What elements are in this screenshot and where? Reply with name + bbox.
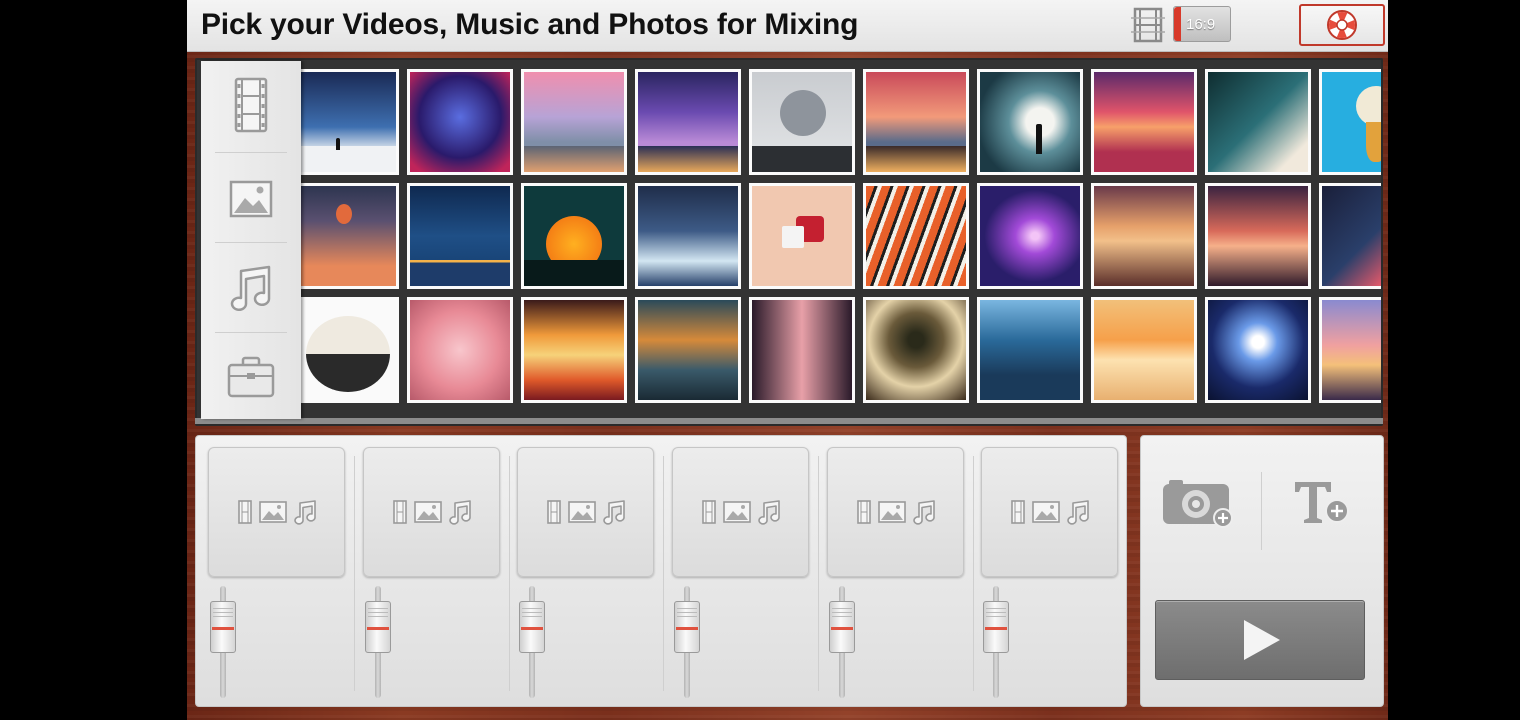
sidebar-item-photos[interactable] [201,155,301,243]
aspect-ratio-label: 16:9 [1186,16,1216,33]
volume-fader-knob[interactable] [365,601,391,653]
volume-fader-knob[interactable] [519,601,545,653]
app-window: Pick your Videos, Music and Photos for M… [187,0,1388,720]
play-icon [1244,620,1280,660]
sidebar-item-videos[interactable] [201,61,301,149]
music-note-icon [293,500,316,525]
media-drop-slot[interactable] [981,447,1118,577]
music-note-icon [602,500,625,525]
sidebar-divider [215,152,287,153]
media-thumbnail[interactable] [863,183,969,289]
media-thumbnail[interactable] [1319,69,1381,175]
mixer-channel [660,436,810,708]
media-thumbnail[interactable] [1205,297,1311,403]
film-icon [392,500,407,524]
film-icon [701,500,716,524]
mixer-channel [815,436,965,708]
mixer-channel [351,436,501,708]
media-thumbnail[interactable] [407,183,513,289]
ratio-accent-strip [1174,7,1181,41]
film-icon [237,500,252,524]
volume-fader-knob[interactable] [210,601,236,653]
photo-icon [413,501,442,523]
film-icon [234,77,268,133]
media-thumbnail[interactable] [1319,183,1381,289]
mixer-channel [505,436,655,708]
media-thumbnail-grid [301,69,1381,409]
photo-icon [229,180,273,218]
sidebar-item-toolbox[interactable] [201,333,301,421]
media-thumbnail[interactable] [749,69,855,175]
film-icon [856,500,871,524]
media-thumbnail[interactable] [635,69,741,175]
media-thumbnail[interactable] [407,297,513,403]
play-button[interactable] [1155,600,1365,680]
add-photo-button[interactable] [1153,468,1243,538]
media-thumbnail[interactable] [301,69,399,175]
mixer-channel [196,436,346,708]
media-thumbnail[interactable] [977,297,1083,403]
media-drop-slot[interactable] [208,447,345,577]
lifebuoy-icon [1327,10,1357,40]
photo-icon [1031,501,1060,523]
media-thumbnail[interactable] [1205,183,1311,289]
media-thumbnail[interactable] [1091,69,1197,175]
media-thumbnail[interactable] [749,183,855,289]
add-text-button[interactable] [1281,468,1361,538]
music-note-icon [757,500,780,525]
media-thumbnail[interactable] [1319,297,1381,403]
volume-fader-knob[interactable] [674,601,700,653]
mixer-channel [969,436,1119,708]
film-icon [1010,500,1025,524]
music-note-icon [1066,500,1089,525]
media-browser [195,58,1383,426]
volume-fader-knob[interactable] [829,601,855,653]
media-drop-slot[interactable] [827,447,964,577]
media-thumbnail[interactable] [635,183,741,289]
media-drop-slot[interactable] [672,447,809,577]
media-scrollbar[interactable] [195,418,1383,424]
media-thumbnail[interactable] [521,297,627,403]
header-bar: Pick your Videos, Music and Photos for M… [187,0,1388,52]
mixer-panel [195,435,1127,707]
photo-icon [567,501,596,523]
photo-icon [722,501,751,523]
text-add-icon [1295,482,1349,523]
media-thumbnail[interactable] [977,183,1083,289]
media-thumbnail[interactable] [301,297,399,403]
media-thumbnail[interactable] [301,183,399,289]
briefcase-icon [227,356,275,398]
media-thumbnail[interactable] [863,69,969,175]
music-note-icon [230,265,271,311]
camera-add-icon [1163,480,1233,528]
media-drop-slot[interactable] [517,447,654,577]
media-thumbnail[interactable] [635,297,741,403]
media-thumbnail[interactable] [407,69,513,175]
film-ratio-icon[interactable] [1129,6,1167,44]
control-panel [1140,435,1384,707]
sidebar-divider [215,242,287,243]
media-thumbnail[interactable] [749,297,855,403]
media-thumbnail[interactable] [1205,69,1311,175]
photo-icon [258,501,287,523]
help-button[interactable] [1299,4,1385,46]
controls-divider [1261,472,1262,550]
media-thumbnail[interactable] [521,183,627,289]
page-title: Pick your Videos, Music and Photos for M… [201,8,859,41]
media-thumbnail[interactable] [1091,183,1197,289]
media-type-sidebar [201,61,301,419]
music-note-icon [448,500,471,525]
film-icon [546,500,561,524]
aspect-ratio-button[interactable]: 16:9 [1173,6,1231,42]
media-thumbnail[interactable] [521,69,627,175]
media-thumbnail[interactable] [977,69,1083,175]
media-drop-slot[interactable] [363,447,500,577]
media-thumbnail[interactable] [863,297,969,403]
media-thumbnail[interactable] [1091,297,1197,403]
music-note-icon [912,500,935,525]
volume-fader-knob[interactable] [983,601,1009,653]
sidebar-item-music[interactable] [201,245,301,333]
photo-icon [877,501,906,523]
